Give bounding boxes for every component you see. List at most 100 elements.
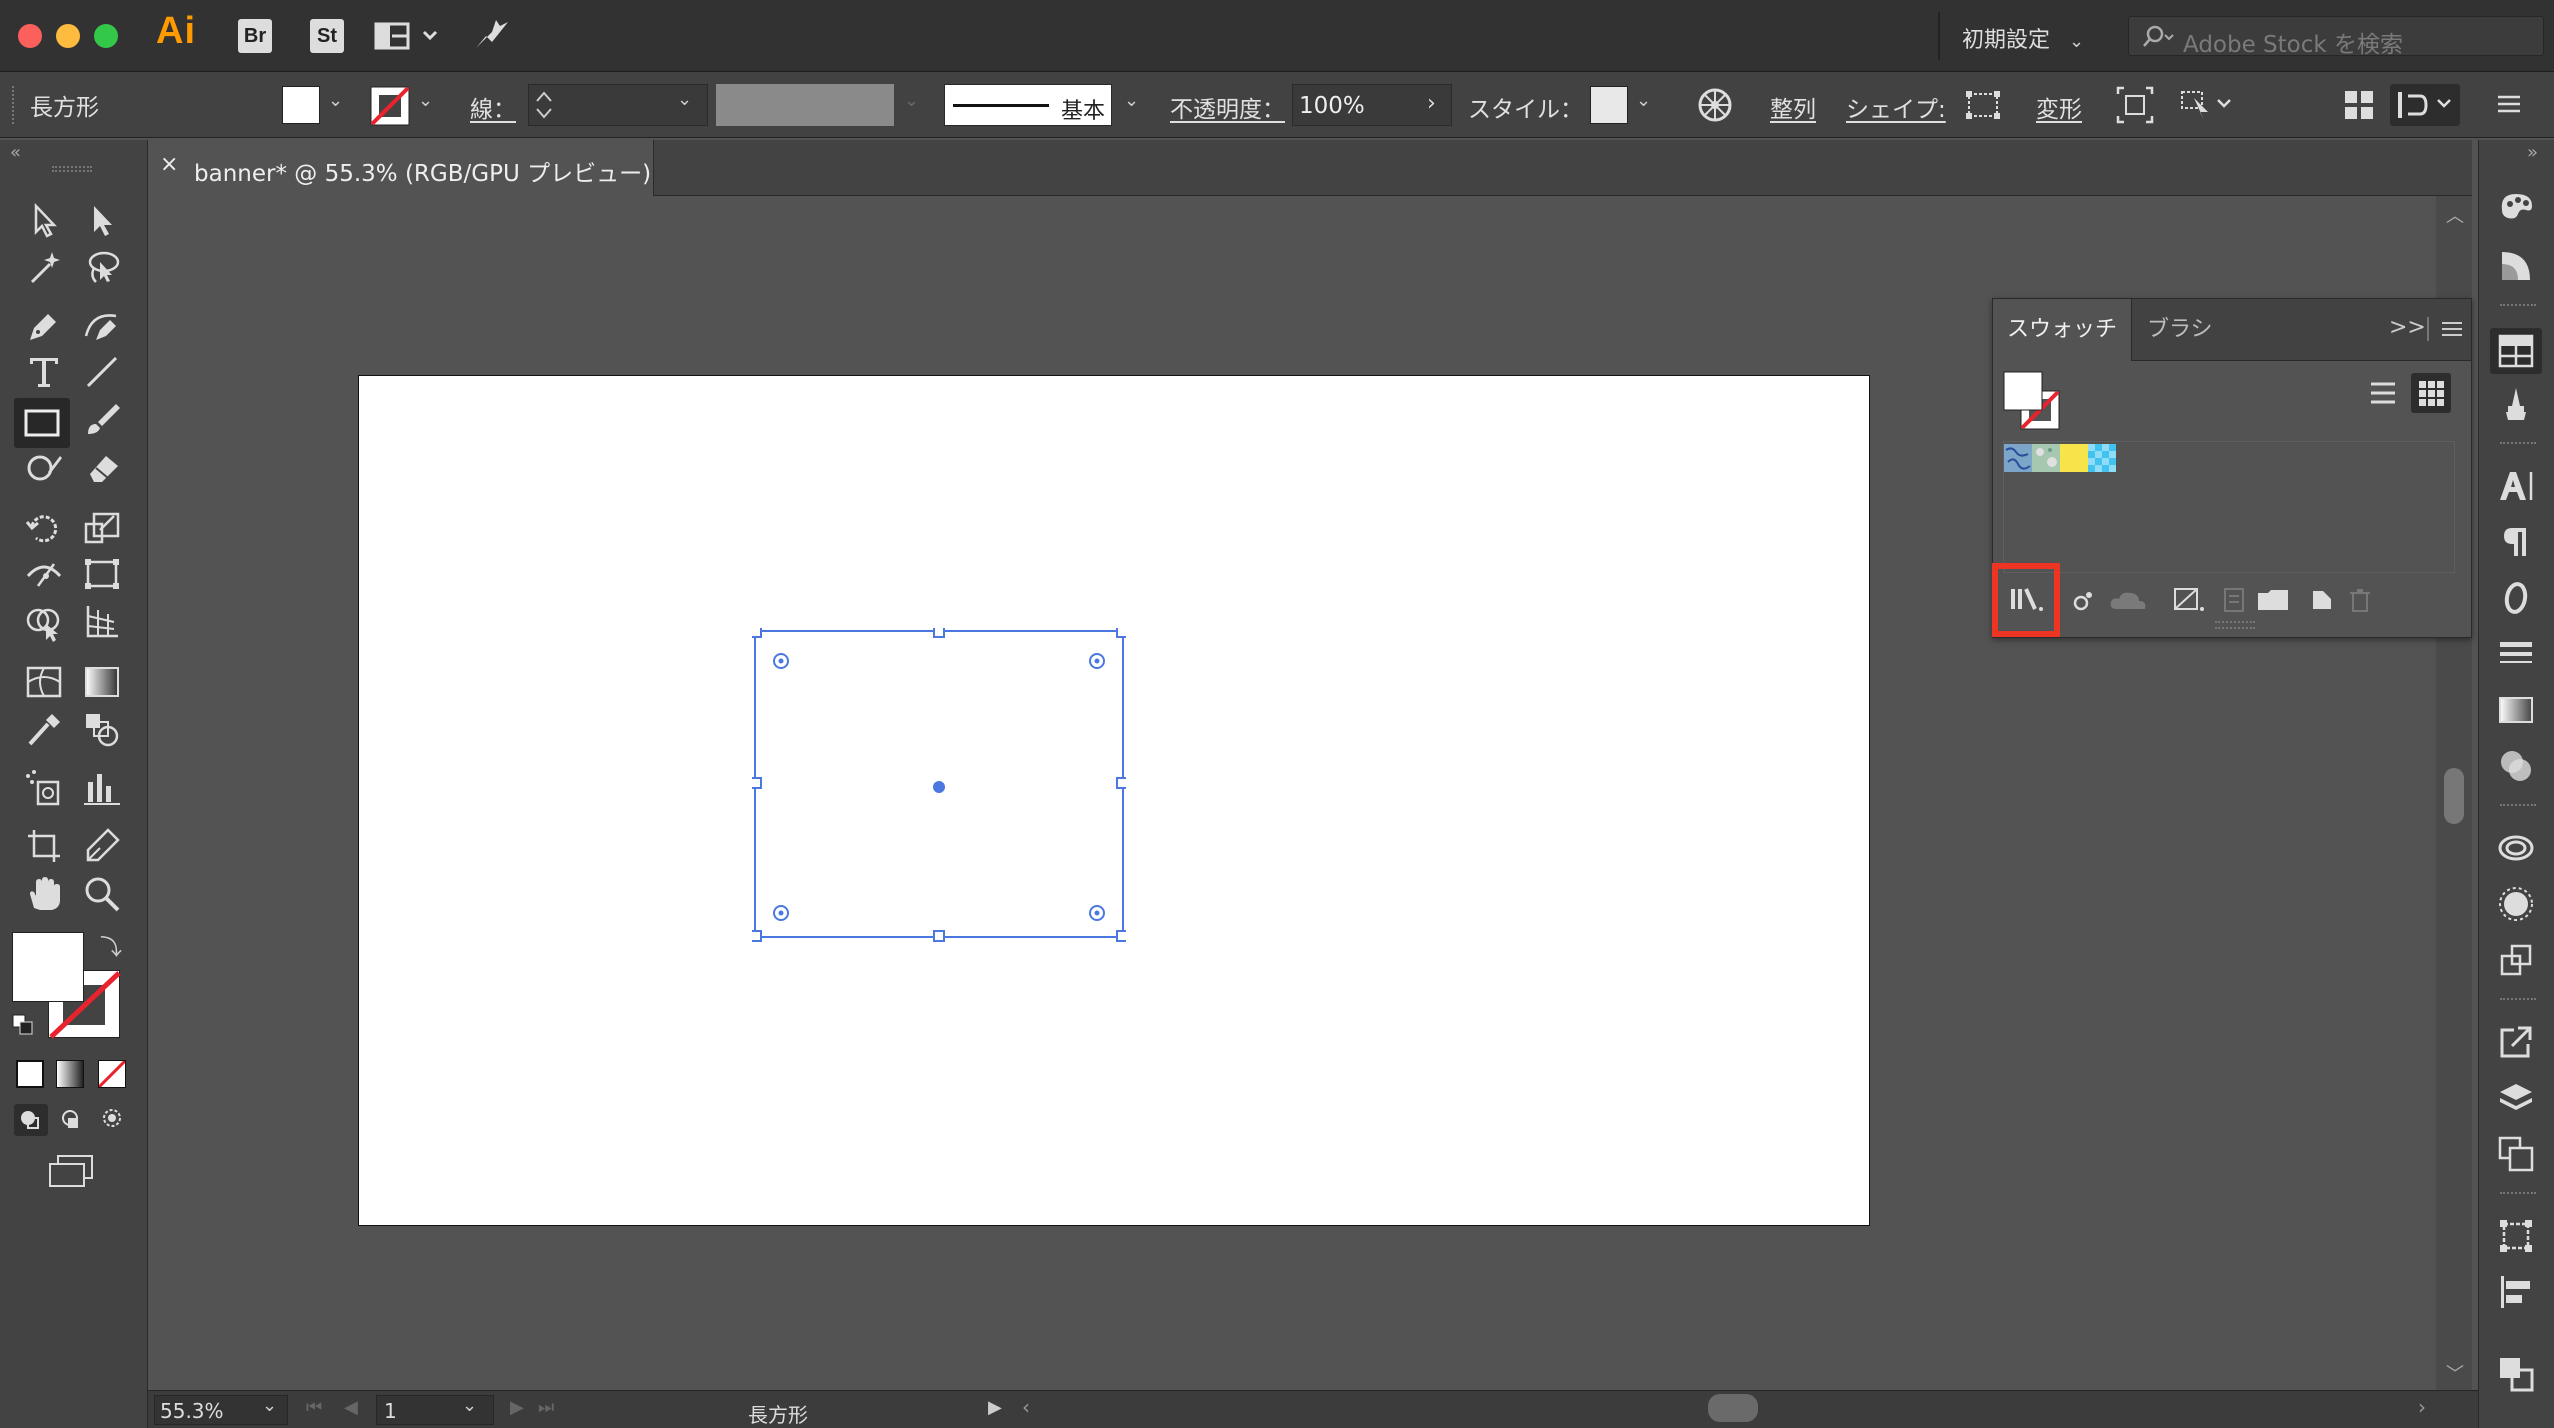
direct-selection-tool-icon[interactable] — [78, 198, 126, 242]
export-icon[interactable] — [2496, 1022, 2536, 1062]
swatches-dock-icon[interactable] — [2490, 328, 2542, 374]
puppet-warp-icon[interactable] — [2178, 86, 2238, 124]
hand-tool-icon[interactable] — [20, 872, 68, 916]
isolate-toggle[interactable] — [2390, 84, 2460, 126]
stock-button[interactable]: St — [310, 19, 344, 53]
transform-link[interactable]: 変形 — [2036, 90, 2082, 124]
draw-behind-icon[interactable] — [56, 1104, 90, 1136]
maximize-window-button[interactable] — [94, 24, 118, 48]
zoom-tool-icon[interactable] — [78, 872, 126, 916]
eraser-tool-icon[interactable] — [78, 446, 126, 490]
fill-color-swatch[interactable] — [282, 86, 320, 124]
color-mode-icon[interactable] — [16, 1060, 44, 1088]
close-window-button[interactable] — [18, 24, 42, 48]
swatch-item[interactable] — [2060, 444, 2088, 472]
workspace-switcher[interactable]: 初期設定 ⌄ — [1962, 22, 2084, 54]
type-tool-icon[interactable] — [20, 350, 68, 394]
width-tool-icon[interactable] — [20, 552, 68, 596]
selected-rectangle[interactable] — [752, 628, 1126, 942]
show-swatch-kinds-icon[interactable] — [2069, 587, 2099, 615]
toolbar-grip[interactable] — [52, 166, 92, 172]
paragraph-panel-icon[interactable] — [2496, 522, 2536, 562]
layers-panel-icon[interactable] — [2496, 1078, 2536, 1118]
stroke-color-swatch[interactable] — [370, 86, 410, 126]
artboard-chevron-icon[interactable]: ⌄ — [462, 1395, 477, 1416]
vertical-scroll-thumb[interactable] — [2444, 768, 2464, 824]
swatch-options-icon[interactable] — [2171, 585, 2207, 615]
shape-builder-tool-icon[interactable] — [20, 600, 68, 644]
transparency-panel-icon[interactable] — [2496, 746, 2536, 786]
appearance-panel-icon[interactable] — [2496, 884, 2536, 924]
draw-normal-icon[interactable] — [14, 1104, 48, 1136]
line-segment-tool-icon[interactable] — [78, 350, 126, 394]
swap-fill-stroke-icon[interactable]: ⤵ — [100, 930, 122, 962]
curvature-tool-icon[interactable] — [78, 304, 126, 348]
none-mode-icon[interactable] — [98, 1060, 126, 1088]
control-panel-menu-icon[interactable] — [2494, 90, 2524, 120]
dock-grip[interactable] — [2500, 1192, 2536, 1196]
arrange-panels-icon[interactable] — [2342, 88, 2376, 122]
collapse-dock-icon[interactable]: » — [2527, 142, 2538, 163]
scroll-down-icon[interactable]: ﹀ — [2446, 1360, 2464, 1386]
tab-swatches[interactable]: スウォッチ — [1993, 299, 2133, 361]
list-view-icon[interactable] — [2365, 375, 2401, 411]
stroke-panel-icon[interactable] — [2496, 634, 2536, 674]
dock-grip[interactable] — [2500, 442, 2536, 446]
gradient-tool-icon[interactable] — [78, 660, 126, 704]
perspective-grid-tool-icon[interactable] — [78, 600, 126, 644]
asset-export-icon[interactable] — [2496, 940, 2536, 980]
close-tab-icon[interactable]: × — [160, 152, 178, 177]
style-chevron-icon[interactable]: ⌄ — [1636, 90, 1651, 111]
free-transform-tool-icon[interactable] — [78, 552, 126, 596]
screen-mode-icon[interactable] — [46, 1152, 96, 1188]
pen-tool-icon[interactable] — [20, 304, 68, 348]
gradient-panel-icon[interactable] — [2496, 690, 2536, 730]
symbol-sprayer-tool-icon[interactable] — [20, 766, 68, 810]
panel-fill-stroke-indicator[interactable] — [2003, 371, 2065, 433]
opacity-input[interactable]: 100% › — [1292, 84, 1452, 126]
swatch-item[interactable] — [2004, 444, 2032, 472]
stroke-weight-chevron-icon[interactable]: ⌄ — [677, 89, 692, 110]
magic-wand-tool-icon[interactable] — [20, 246, 68, 290]
dock-grip[interactable] — [2500, 998, 2536, 1002]
bridge-button[interactable]: Br — [238, 19, 272, 53]
zoom-chevron-icon[interactable]: ⌄ — [262, 1395, 277, 1416]
column-graph-tool-icon[interactable] — [78, 766, 126, 810]
swatch-item[interactable] — [2088, 444, 2116, 472]
collapse-toolbar-icon[interactable]: « — [10, 142, 21, 163]
default-fill-stroke-icon[interactable] — [12, 1014, 34, 1036]
rectangle-tool-icon[interactable] — [14, 398, 70, 448]
eyedropper-tool-icon[interactable] — [20, 708, 68, 752]
shaper-tool-icon[interactable] — [20, 446, 68, 490]
color-panel-icon[interactable] — [2496, 186, 2536, 226]
mesh-tool-icon[interactable] — [20, 660, 68, 704]
align-link[interactable]: 整列 — [1770, 90, 1816, 124]
brush-definition-box[interactable]: 基本 — [944, 84, 1112, 126]
variable-width-profile[interactable] — [716, 84, 894, 126]
recolor-artwork-icon[interactable] — [1696, 86, 1734, 124]
scroll-right-icon[interactable]: › — [2418, 1395, 2426, 1419]
stock-search-input[interactable]: Adobe Stock を検索 — [2128, 16, 2544, 58]
folder-icon[interactable] — [2255, 585, 2291, 615]
transform-panel-icon[interactable] — [2496, 1216, 2536, 1256]
fill-dropdown-chevron-icon[interactable]: ⌄ — [328, 90, 343, 111]
tab-brushes[interactable]: ブラシ — [2133, 299, 2227, 361]
opacity-label[interactable]: 不透明度： — [1170, 90, 1285, 124]
expand-panel-icon[interactable]: >> — [2389, 315, 2426, 340]
status-menu-arrow-icon[interactable]: ▶ — [988, 1397, 1002, 1418]
transform-each-icon[interactable] — [2116, 86, 2154, 124]
character-panel-icon[interactable] — [2496, 466, 2536, 506]
panel-menu-icon[interactable] — [2439, 317, 2465, 343]
artboard-tool-icon[interactable] — [20, 824, 68, 868]
pathfinder-panel-icon[interactable] — [2496, 1354, 2536, 1394]
scale-tool-icon[interactable] — [78, 506, 126, 550]
shape-link[interactable]: シェイプ: — [1846, 90, 1946, 124]
gradient-mode-icon[interactable] — [56, 1060, 84, 1088]
stroke-weight-label[interactable]: 線： — [470, 90, 516, 124]
lasso-tool-icon[interactable] — [78, 246, 126, 290]
blend-tool-icon[interactable] — [78, 708, 126, 752]
dock-grip[interactable] — [2500, 804, 2536, 808]
panel-resize-grip[interactable] — [2215, 621, 2255, 629]
align-panel-icon[interactable] — [2496, 1272, 2536, 1312]
arrange-documents-icon[interactable] — [374, 20, 444, 54]
